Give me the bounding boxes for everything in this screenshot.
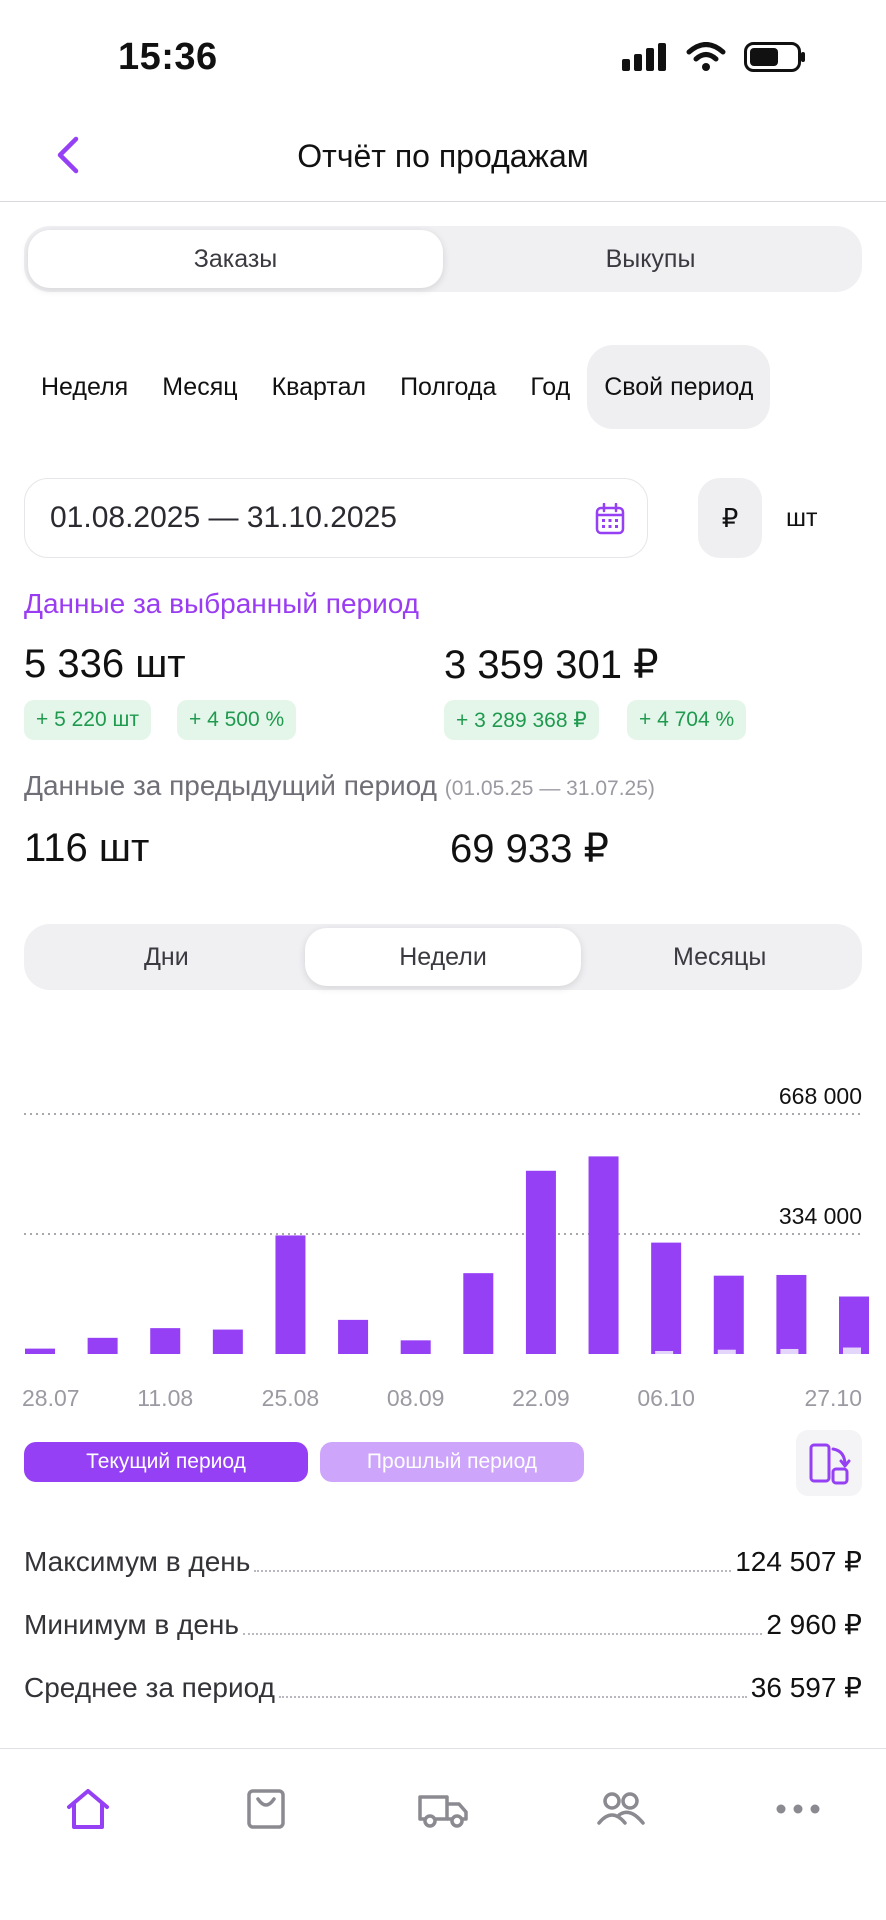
date-range-value: 01.08.2025 — 31.10.2025 — [50, 501, 397, 534]
sales-bar-chart: 668 000 334 000 28.07 11.08 25.08 08.09 22.09 0… — [22, 1083, 869, 1411]
bar-current-period[interactable] — [400, 1340, 431, 1354]
x-tick-label: 08.09 — [387, 1385, 445, 1411]
y-tick-label: 668 000 — [779, 1083, 862, 1109]
home-icon — [67, 1789, 109, 1829]
previous-period-label: Данные за предыдущий период — [24, 770, 437, 801]
bar-previous-period[interactable] — [655, 1351, 674, 1354]
qty-delta-badge: + 5 220 шт — [24, 700, 151, 740]
segment-orders[interactable]: Заказы — [28, 230, 443, 288]
x-tick-label: 11.08 — [137, 1385, 193, 1411]
bar-current-period[interactable] — [525, 1170, 556, 1354]
bar-current-period[interactable] — [87, 1337, 118, 1354]
unit-pcs-button[interactable]: шт — [786, 478, 818, 558]
stat-value: 36 597 ₽ — [750, 1672, 862, 1703]
bar-previous-period[interactable] — [843, 1347, 861, 1354]
stat-label: Среднее за период — [24, 1672, 275, 1703]
granularity-days[interactable]: Дни — [28, 928, 305, 986]
current-period-title: Данные за выбранный период — [24, 588, 420, 619]
x-tick-label: 28.07 — [22, 1385, 80, 1411]
bar-current-period[interactable] — [25, 1348, 55, 1354]
bar-current-period[interactable] — [338, 1319, 369, 1354]
period-tab-quarter[interactable]: Квартал — [255, 345, 383, 429]
nav-header: Отчёт по продажам — [0, 112, 886, 202]
status-time: 15:36 — [118, 36, 218, 78]
sum-delta-pct-badge: + 4 704 % — [627, 700, 747, 740]
stat-label: Минимум в день — [24, 1609, 239, 1640]
period-tab-custom[interactable]: Свой период — [587, 345, 771, 429]
tab-catalog[interactable] — [236, 1779, 296, 1839]
bar-current-period[interactable] — [588, 1156, 619, 1354]
previous-period-title: Данные за предыдущий период (01.05.25 — … — [24, 770, 655, 802]
bar-previous-period[interactable] — [780, 1348, 799, 1354]
rotate-screen-icon — [809, 1443, 851, 1485]
wifi-icon — [686, 42, 726, 71]
stat-leader — [242, 1633, 763, 1635]
bar-previous-period[interactable] — [717, 1349, 736, 1354]
granularity-switch: Дни Недели Месяцы — [24, 924, 862, 990]
current-qty: 5 336 шт — [24, 642, 186, 686]
orders-buyouts-switch: Заказы Выкупы — [24, 226, 862, 292]
tab-home[interactable] — [58, 1779, 118, 1839]
previous-sum: 69 933 ₽ — [450, 827, 609, 871]
x-tick-label: 22.09 — [512, 1385, 570, 1411]
period-tabs: Неделя Месяц Квартал Полгода Год Свой пе… — [24, 345, 771, 429]
tab-delivery[interactable] — [413, 1779, 473, 1839]
segment-buyouts[interactable]: Выкупы — [443, 230, 858, 288]
bar-current-period[interactable] — [212, 1329, 243, 1354]
granularity-weeks[interactable]: Недели — [304, 928, 582, 986]
truck-icon — [418, 1795, 468, 1828]
stat-leader — [278, 1696, 747, 1698]
bar-current-period[interactable] — [713, 1275, 744, 1354]
y-tick-label: 334 000 — [779, 1203, 862, 1229]
period-tab-half-year[interactable]: Полгода — [383, 345, 513, 429]
granularity-months[interactable]: Месяцы — [581, 928, 858, 986]
users-icon — [597, 1792, 645, 1825]
bar-current-period[interactable] — [839, 1296, 869, 1354]
tab-users[interactable] — [591, 1779, 651, 1839]
bottom-tab-bar — [0, 1748, 886, 1920]
stat-min-per-day: Минимум в день 2 960 ₽ — [24, 1595, 862, 1641]
bar-current-period[interactable] — [463, 1273, 494, 1354]
legend-current-period[interactable]: Текущий период — [24, 1442, 308, 1482]
legend-previous-period[interactable]: Прошлый период — [320, 1442, 584, 1482]
stat-average: Среднее за период 36 597 ₽ — [24, 1658, 862, 1704]
previous-qty: 116 шт — [24, 826, 150, 870]
page-title: Отчёт по продажам — [297, 138, 589, 174]
period-tab-week[interactable]: Неделя — [24, 345, 145, 429]
period-tab-month[interactable]: Месяц — [145, 345, 254, 429]
signal-icon — [622, 43, 666, 71]
qty-delta-pct-badge: + 4 500 % — [177, 700, 297, 740]
battery-icon — [744, 42, 805, 72]
calendar-icon[interactable] — [595, 503, 625, 535]
period-tab-year[interactable]: Год — [513, 345, 587, 429]
more-icon — [776, 1804, 820, 1814]
x-tick-label: 06.10 — [637, 1385, 695, 1411]
tab-more[interactable] — [768, 1779, 828, 1839]
previous-period-range: (01.05.25 — 31.07.25) — [444, 777, 655, 800]
bar-current-period[interactable] — [651, 1242, 682, 1354]
date-range-field[interactable]: 01.08.2025 — 31.10.2025 — [24, 478, 648, 558]
shopping-bag-icon — [247, 1789, 285, 1829]
sum-delta-badge: + 3 289 368 ₽ — [444, 700, 599, 740]
stat-max-per-day: Максимум в день 124 507 ₽ — [24, 1532, 862, 1578]
stat-value: 124 507 ₽ — [735, 1546, 862, 1577]
stat-leader — [254, 1570, 732, 1572]
bar-current-period[interactable] — [150, 1328, 181, 1354]
status-bar: 15:36 — [0, 0, 886, 110]
rotate-screen-button[interactable] — [796, 1430, 862, 1496]
x-tick-label: 25.08 — [262, 1385, 320, 1411]
bar-current-period[interactable] — [275, 1235, 306, 1354]
bar-current-period[interactable] — [776, 1274, 807, 1354]
stat-value: 2 960 ₽ — [766, 1609, 862, 1640]
unit-rub-button[interactable]: ₽ — [698, 478, 762, 558]
status-icons — [622, 42, 806, 72]
current-sum: 3 359 301 ₽ — [444, 643, 659, 687]
x-tick-label: 27.10 — [804, 1385, 862, 1411]
stat-label: Максимум в день — [24, 1546, 251, 1577]
